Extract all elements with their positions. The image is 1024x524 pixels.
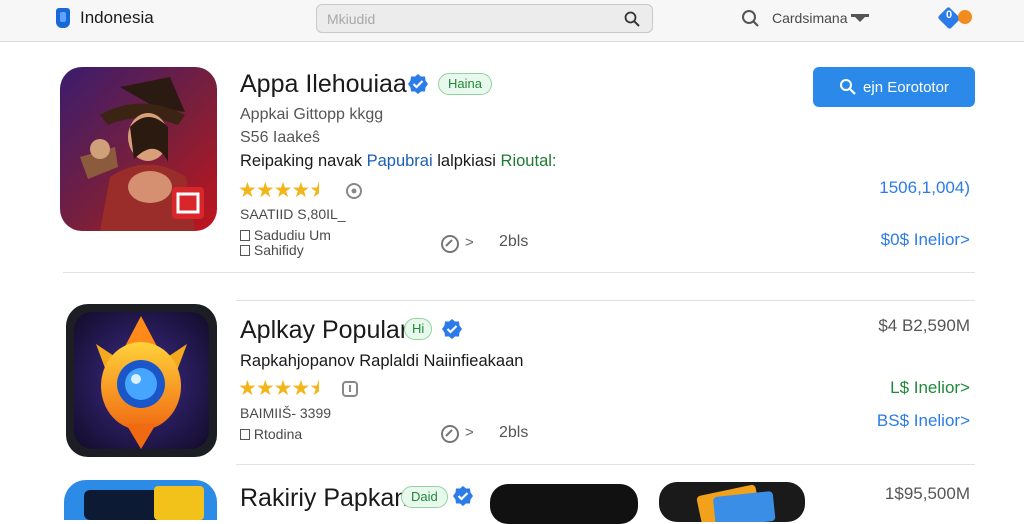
app-price: 1$95,500M bbox=[884, 484, 970, 503]
developer-link-icon bbox=[240, 245, 250, 256]
region-selector[interactable]: Cardsimana bbox=[740, 7, 870, 29]
install-price-link[interactable]: $0$ Inelior> bbox=[820, 230, 970, 250]
description-highlight-blue[interactable]: Papubrai bbox=[367, 152, 433, 170]
chevron-right-icon[interactable]: > bbox=[465, 234, 474, 251]
app-title[interactable]: Appa Ilehouiaa bbox=[240, 70, 407, 99]
install-button-label: ejn Eorototor bbox=[863, 78, 949, 96]
category-badge: Haina bbox=[438, 73, 492, 95]
developer-link[interactable]: Rtodina bbox=[240, 426, 302, 442]
app-description: Reipaking navak Papubrai lalpkiasi Riout… bbox=[240, 152, 557, 171]
developer-icon bbox=[240, 230, 250, 241]
developer-link[interactable]: Sahifidy bbox=[240, 242, 304, 258]
screenshot-thumbnail[interactable] bbox=[490, 484, 638, 524]
verified-icon bbox=[453, 486, 473, 506]
search-input[interactable] bbox=[327, 9, 617, 29]
thumbnail-art-icon bbox=[696, 484, 776, 522]
app-icon-rocket[interactable] bbox=[66, 304, 217, 457]
app-subtitle: Appkai Gittopp kkgg bbox=[240, 106, 384, 123]
app-icon-game-warrior[interactable] bbox=[60, 67, 217, 231]
developer-label: Sadudiu Um bbox=[240, 227, 331, 243]
category-badge: Hi bbox=[404, 318, 433, 340]
top-bar: Indonesia Cardsimana 0 bbox=[0, 0, 1024, 42]
chevron-right-icon[interactable]: > bbox=[465, 424, 474, 441]
comment-icon[interactable] bbox=[440, 234, 460, 254]
region-label: Cardsimana bbox=[772, 10, 848, 26]
comment-icon[interactable] bbox=[440, 424, 460, 444]
app-meta: BAIMIIŠ- 3399 bbox=[240, 405, 332, 421]
app-price: $4 B2,590M bbox=[878, 316, 970, 335]
search-icon[interactable] bbox=[624, 11, 640, 27]
rating-info-icon[interactable] bbox=[341, 380, 359, 398]
app-size: S56 Iaakeŝ bbox=[240, 129, 321, 146]
row-divider bbox=[236, 300, 975, 301]
notification-count: 0 bbox=[945, 9, 953, 21]
rating-stars: ★★★★★ bbox=[238, 179, 320, 202]
developer-icon bbox=[240, 429, 250, 440]
description-prefix: Reipaking navak bbox=[240, 152, 362, 170]
search-icon bbox=[840, 79, 856, 95]
location-icon bbox=[742, 10, 759, 27]
brand-logo-icon bbox=[56, 8, 70, 28]
comment-count: 2bls bbox=[499, 233, 529, 250]
verified-icon bbox=[442, 319, 462, 339]
app-title[interactable]: Rakiriy Papkan bbox=[240, 484, 408, 513]
brand[interactable]: Indonesia bbox=[56, 7, 154, 29]
row-divider bbox=[63, 272, 975, 273]
verified-icon bbox=[408, 74, 428, 94]
rating-info-icon[interactable] bbox=[345, 182, 363, 200]
install-link-green[interactable]: L$ Inelior> bbox=[820, 378, 970, 398]
description-highlight-green[interactable]: Rioutal: bbox=[501, 152, 557, 170]
search-bar bbox=[316, 4, 653, 33]
rating-stars: ★★★★★ bbox=[238, 377, 320, 400]
app-icon-device[interactable] bbox=[64, 480, 217, 520]
install-button[interactable]: ejn Eorototor bbox=[813, 67, 975, 107]
category-badge: Daid bbox=[401, 486, 448, 508]
brand-label: Indonesia bbox=[80, 8, 154, 27]
comment-count: 2bls bbox=[499, 424, 529, 441]
app-meta: SAATIID S,80IL_ bbox=[240, 206, 346, 222]
app-description: Rapkahjopanov Raplaldi Naiinfieakaan bbox=[240, 352, 524, 370]
alert-dot-icon bbox=[958, 10, 972, 24]
notification-button[interactable]: 0 bbox=[937, 6, 978, 30]
row-divider bbox=[236, 464, 975, 465]
description-middle: lalpkiasi bbox=[437, 152, 496, 170]
chevron-down-icon bbox=[851, 14, 870, 22]
screenshot-thumbnail[interactable] bbox=[659, 482, 805, 522]
install-link-blue[interactable]: BS$ Inelior> bbox=[820, 411, 970, 431]
app-title[interactable]: Aplkay Popular bbox=[240, 316, 408, 345]
download-count: 1506,1,004) bbox=[879, 178, 970, 197]
